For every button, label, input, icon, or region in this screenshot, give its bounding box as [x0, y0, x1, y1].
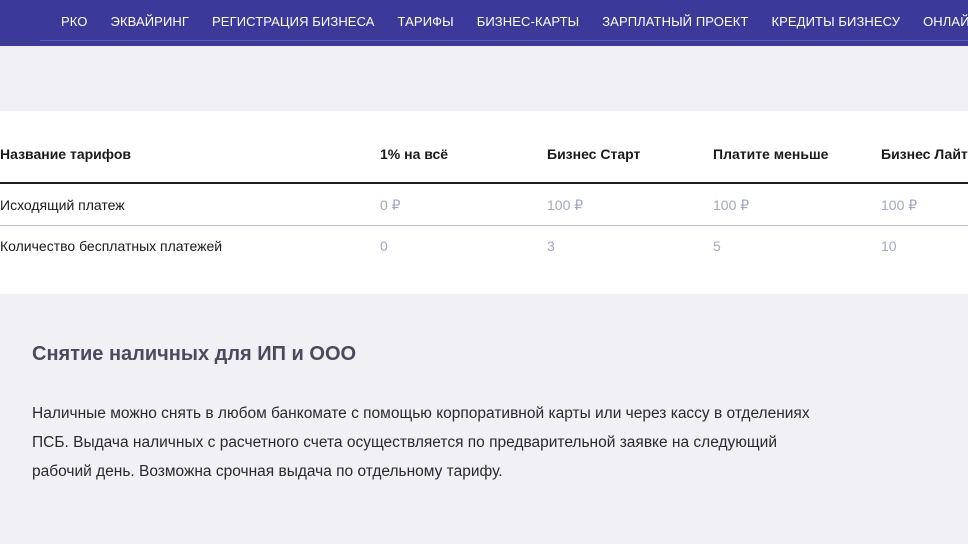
header-tariff-1: 1% на всё — [380, 146, 449, 162]
nav-list: РКО ЭКВАЙРИНГ РЕГИСТРАЦИЯ БИЗНЕСА ТАРИФЫ… — [61, 14, 968, 30]
cell-value: 5 — [713, 238, 721, 254]
cell-value: 0 ₽ — [380, 197, 401, 213]
section-title: Снятие наличных для ИП и ООО — [32, 343, 357, 365]
cell-value: 100 ₽ — [713, 197, 750, 213]
row-label-outgoing-payment: Исходящий платеж — [0, 197, 125, 213]
nav-item-online-accounting[interactable]: ОНЛАЙН-БУХГАЛТЕРИЯ — [923, 14, 968, 30]
cell-value: 3 — [547, 238, 555, 254]
nav-item-business-credits[interactable]: КРЕДИТЫ БИЗНЕСУ — [771, 14, 900, 30]
nav-item-tariffs[interactable]: ТАРИФЫ — [398, 14, 454, 30]
nav-item-acquiring[interactable]: ЭКВАЙРИНГ — [111, 14, 190, 30]
cell-value: 10 — [881, 238, 897, 254]
nav-item-rko[interactable]: РКО — [61, 14, 88, 30]
nav-item-business-registration[interactable]: РЕГИСТРАЦИЯ БИЗНЕСА — [212, 14, 375, 30]
row-divider — [0, 225, 968, 226]
header-tariff-2: Бизнес Старт — [547, 146, 641, 162]
header-tariff-3: Платите меньше — [713, 146, 829, 162]
cell-value: 0 — [380, 238, 388, 254]
row-label-free-payments: Количество бесплатных платежей — [0, 238, 223, 254]
tariff-table: Название тарифов 1% на всё Бизнес Старт … — [0, 111, 968, 294]
header-divider — [0, 182, 968, 184]
cell-value: 100 ₽ — [547, 197, 584, 213]
header-tariff-4: Бизнес Лайт — [881, 146, 968, 162]
cell-value: 100 ₽ — [881, 197, 918, 213]
top-navigation: РКО ЭКВАЙРИНГ РЕГИСТРАЦИЯ БИЗНЕСА ТАРИФЫ… — [0, 0, 968, 46]
header-tariff-name: Название тарифов — [0, 146, 131, 162]
nav-item-salary-project[interactable]: ЗАРПЛАТНЫЙ ПРОЕКТ — [602, 14, 748, 30]
nav-divider — [40, 40, 968, 41]
nav-item-business-cards[interactable]: БИЗНЕС-КАРТЫ — [477, 14, 579, 30]
section-paragraph: Наличные можно снять в любом банкомате с… — [32, 405, 810, 480]
